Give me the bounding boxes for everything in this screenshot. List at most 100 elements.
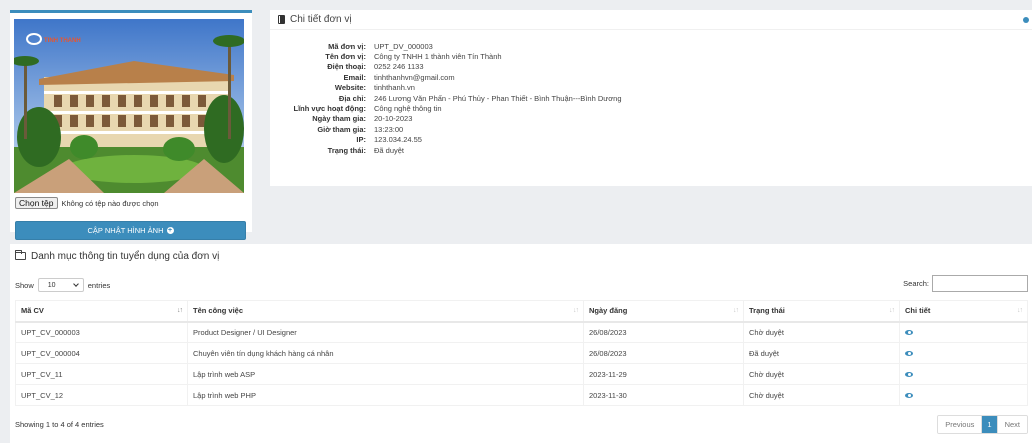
detail-label: IP:	[356, 135, 366, 145]
detail-value: 246 Lương Văn Phấn - Phú Thủy - Phan Thi…	[374, 93, 622, 103]
eye-icon[interactable]	[905, 372, 913, 378]
detail-row: Giờ tham gia: 13:23:00	[270, 124, 622, 134]
search-control: Search:	[903, 275, 1028, 292]
table-header-row: Mã CV ↓↑ Tên công việc ↓↑ Ngày đăng ↓↑ Trạn…	[15, 300, 1028, 323]
plus-circle-icon: +	[166, 227, 174, 234]
table-info: Showing 1 to 4 of 4 entries	[15, 420, 104, 429]
column-label: Mã CV	[21, 306, 44, 316]
eye-icon[interactable]	[905, 393, 913, 399]
detail-row: Địa chỉ: 246 Lương Văn Phấn - Phú Thủy - …	[270, 93, 622, 103]
column-header-name[interactable]: Tên công việc ↓↑	[187, 300, 584, 323]
detail-value: Công ty TNHH 1 thành viên Tín Thành	[374, 52, 502, 62]
jobs-header: Danh mục thông tin tuyển dụng của đơn vị	[10, 244, 219, 268]
sort-icon: ↓↑	[1017, 307, 1023, 314]
detail-row: Điện thoại: 0252 246 1133	[270, 62, 622, 72]
logo-text: TINH THANH	[44, 38, 81, 44]
detail-value: tinhthanh.vn	[374, 83, 415, 93]
detail-label: Ngày tham gia:	[312, 114, 366, 124]
detail-label: Tên đơn vị:	[325, 52, 366, 62]
detail-row: Website: tinhthanh.vn	[270, 83, 622, 93]
column-header-status[interactable]: Trạng thái ↓↑	[743, 300, 900, 323]
page-1-button[interactable]: 1	[981, 416, 997, 433]
detail-value: 13:23:00	[374, 124, 404, 134]
detail-row: Ngày tham gia: 20-10-2023	[270, 114, 622, 124]
book-icon	[278, 15, 285, 24]
cell-date: 26/08/2023	[583, 321, 744, 343]
collapse-icon[interactable]	[1023, 17, 1029, 23]
table-row: UPT_CV_000003 Product Designer / UI Desig…	[15, 321, 1028, 343]
detail-value: UPT_DV_000003	[374, 41, 433, 51]
chevron-down-icon	[72, 281, 79, 287]
detail-label: Trạng thái:	[327, 145, 366, 155]
page-length-control: Show 10 entries	[15, 278, 110, 292]
table-row: UPT_CV_12 Lập trình web PHP 2023-11-30 Chờ …	[15, 384, 1028, 406]
detail-label: Mã đơn vị:	[328, 41, 366, 51]
cell-name: Lập trình web PHP	[187, 384, 584, 406]
search-label: Search:	[903, 279, 929, 288]
detail-list: Mã đơn vị: UPT_DV_000003 Tên đơn vị: Công t…	[270, 41, 622, 155]
sort-icon: ↓↑	[733, 307, 739, 314]
column-header-date[interactable]: Ngày đăng ↓↑	[583, 300, 744, 323]
detail-row: Email: tinhthanhvn@gmail.com	[270, 72, 622, 82]
detail-row: Lĩnh vực hoạt động: Công nghệ thông tin	[270, 103, 622, 113]
column-header-code[interactable]: Mã CV ↓↑	[15, 300, 188, 323]
detail-title: Chi tiết đơn vị	[290, 14, 352, 25]
column-label: Tên công việc	[193, 306, 244, 316]
detail-label: Website:	[334, 83, 366, 93]
page-length-select[interactable]: 10	[37, 278, 84, 292]
next-page-button[interactable]: Next	[996, 416, 1027, 433]
cell-date: 26/08/2023	[583, 342, 744, 364]
file-status-text: Không có tệp nào được chọn	[61, 198, 159, 208]
update-image-button[interactable]: CẬP NHẬT HÌNH ẢNH +	[15, 221, 246, 240]
detail-value: 123.034.24.55	[374, 135, 422, 145]
eye-icon[interactable]	[905, 351, 913, 357]
folder-open-icon	[15, 250, 26, 260]
detail-value: tinhthanhvn@gmail.com	[374, 72, 455, 82]
cell-status: Chờ duyệt	[743, 363, 900, 385]
sort-icon: ↓↑	[177, 307, 183, 314]
cell-date: 2023-11-29	[583, 363, 744, 385]
cell-code: UPT_CV_12	[15, 384, 188, 406]
cell-status: Chờ duyệt	[743, 384, 900, 406]
column-label: Ngày đăng	[589, 306, 628, 316]
detail-value: 20-10-2023	[374, 114, 413, 124]
cell-detail	[899, 321, 1028, 343]
column-label: Chi tiết	[905, 306, 931, 316]
previous-page-button[interactable]: Previous	[938, 416, 982, 433]
detail-row: Tên đơn vị: Công ty TNHH 1 thành viên Tín…	[270, 51, 622, 61]
show-label: Show	[15, 280, 34, 290]
cell-name: Lập trình web ASP	[187, 363, 584, 385]
cell-status: Chờ duyệt	[743, 321, 900, 343]
column-header-detail[interactable]: Chi tiết ↓↑	[899, 300, 1028, 323]
cell-date: 2023-11-30	[583, 384, 744, 406]
update-image-label: CẬP NHẬT HÌNH ẢNH	[87, 226, 164, 235]
cell-code: UPT_CV_000004	[15, 342, 188, 364]
detail-label: Lĩnh vực hoạt động:	[293, 104, 366, 114]
detail-row: IP: 123.034.24.55	[270, 135, 622, 145]
detail-label: Địa chỉ:	[338, 93, 366, 103]
search-input[interactable]	[932, 275, 1028, 292]
choose-file-button[interactable]: Chọn tệp	[15, 197, 58, 209]
sort-icon: ↓↑	[889, 307, 895, 314]
unit-image-panel: TINH THANH Chọn tệp Không có tệp nào đượ…	[10, 10, 252, 240]
pagination: Previous 1 Next	[937, 415, 1028, 434]
cell-detail	[899, 363, 1028, 385]
eye-icon[interactable]	[905, 330, 913, 336]
cell-detail	[899, 384, 1028, 406]
jobs-table-body: UPT_CV_000003 Product Designer / UI Desig…	[15, 321, 1028, 406]
detail-label: Email:	[343, 72, 366, 82]
unit-photo: TINH THANH	[14, 19, 244, 193]
cell-status: Đã duyệt	[743, 342, 900, 364]
jobs-title: Danh mục thông tin tuyển dụng của đơn vị	[31, 250, 220, 262]
cell-name: Chuyên viên tín dụng khách hàng cá nhân	[187, 342, 584, 364]
detail-label: Điện thoại:	[327, 62, 366, 72]
cell-code: UPT_CV_000003	[15, 321, 188, 343]
detail-label: Giờ tham gia:	[317, 124, 366, 134]
cell-code: UPT_CV_11	[15, 363, 188, 385]
column-label: Trạng thái	[749, 306, 785, 316]
unit-detail-panel: Chi tiết đơn vị Mã đơn vị: UPT_DV_000003 T…	[270, 10, 1032, 186]
file-picker: Chọn tệp Không có tệp nào được chọn	[15, 196, 159, 210]
detail-value: Công nghệ thông tin	[374, 104, 442, 114]
table-row: UPT_CV_000004 Chuyên viên tín dụng khách …	[15, 342, 1028, 364]
detail-row: Mã đơn vị: UPT_DV_000003	[270, 41, 622, 51]
